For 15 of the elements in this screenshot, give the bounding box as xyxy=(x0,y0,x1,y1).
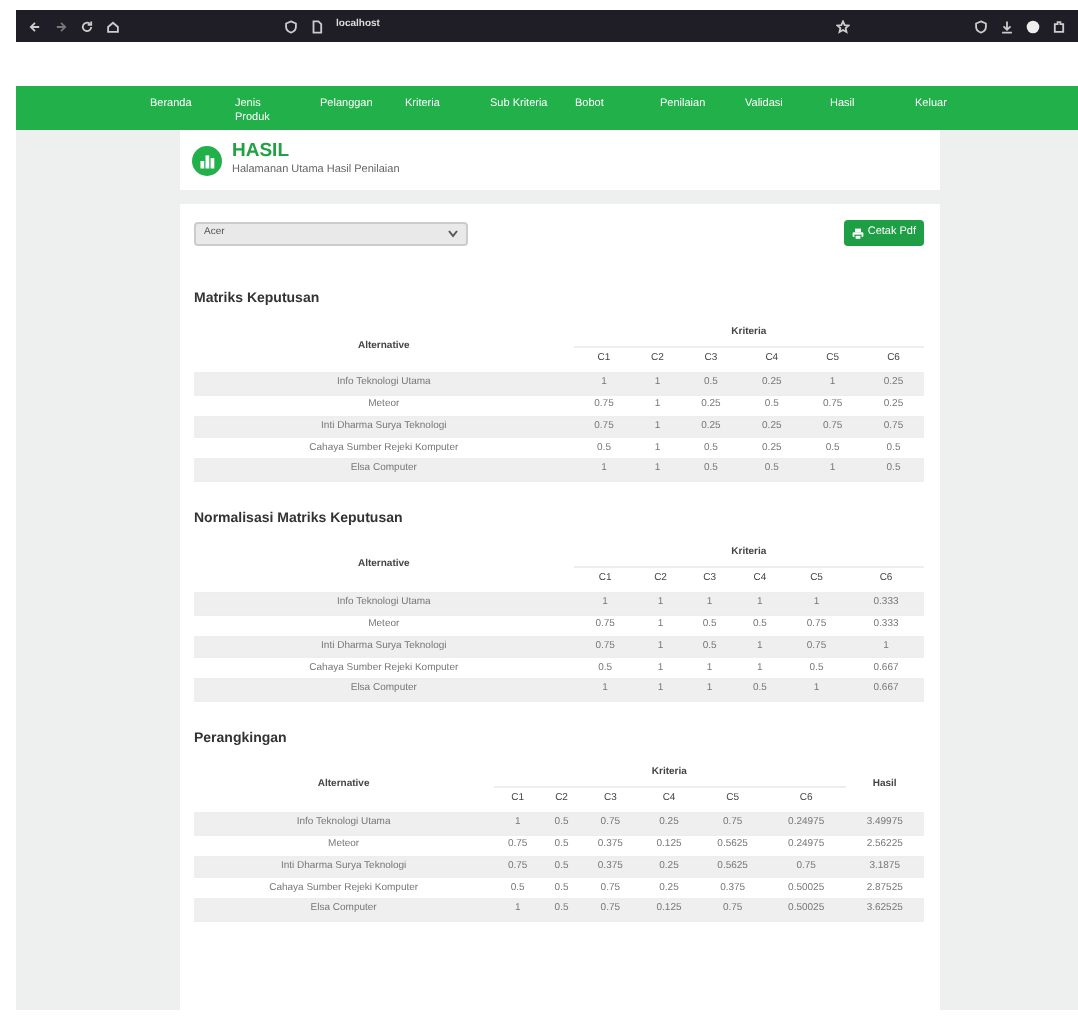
shield-icon[interactable] xyxy=(974,19,988,33)
download-icon[interactable] xyxy=(1000,19,1014,33)
shield-icon xyxy=(284,19,298,33)
page-title: HASIL xyxy=(232,142,291,162)
star-icon[interactable] xyxy=(836,19,850,33)
profile-icon[interactable] xyxy=(1026,19,1040,33)
home-icon[interactable] xyxy=(106,19,120,33)
printer-icon xyxy=(851,227,864,239)
back-icon[interactable] xyxy=(28,19,42,33)
page-icon xyxy=(310,19,324,33)
extension-icon[interactable] xyxy=(1052,19,1066,33)
chart-icon xyxy=(192,145,222,175)
reload-icon[interactable] xyxy=(80,19,94,33)
caret-icon xyxy=(448,229,458,237)
forward-icon[interactable] xyxy=(54,19,68,33)
